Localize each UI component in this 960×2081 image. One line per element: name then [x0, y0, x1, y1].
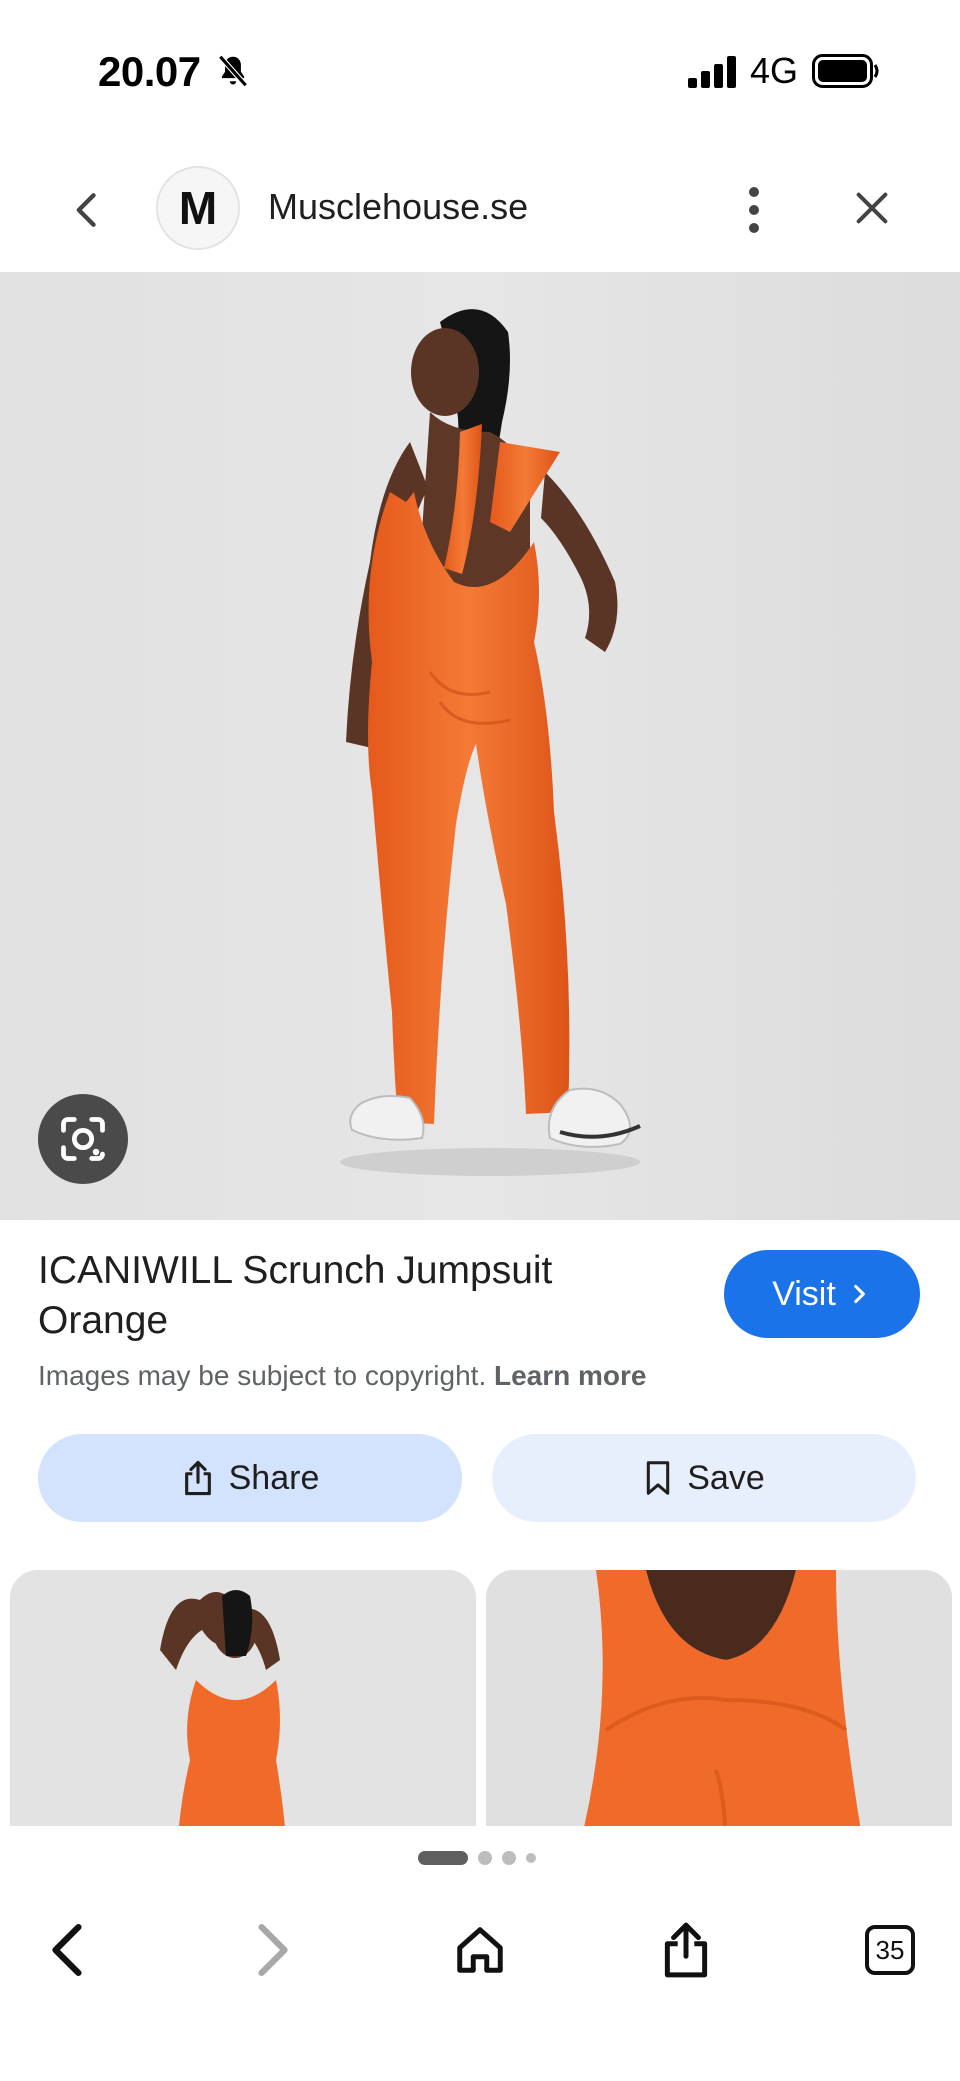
status-time: 20.07	[98, 48, 201, 95]
share-icon	[184, 1460, 211, 1496]
pager-dot	[478, 1851, 492, 1865]
battery-icon	[812, 54, 879, 88]
save-label: Save	[687, 1458, 765, 1497]
learn-more-link[interactable]: Learn more	[494, 1360, 647, 1391]
pager-dot	[526, 1853, 536, 1863]
image-viewer-header: M Musclehouse.se	[0, 150, 960, 270]
related-images	[0, 1570, 960, 1826]
share-label: Share	[228, 1458, 320, 1497]
browser-toolbar: 35	[0, 1890, 960, 2010]
chevron-right-icon	[854, 1284, 865, 1304]
back-icon	[52, 1923, 82, 1977]
copyright-text: Images may be subject to copyright.	[38, 1360, 487, 1391]
status-bar: 20.07 4G	[0, 0, 960, 140]
close-icon[interactable]	[852, 188, 892, 228]
forward-button[interactable]	[236, 1914, 308, 1986]
home-icon	[457, 1927, 503, 1973]
site-avatar[interactable]: M	[156, 166, 240, 250]
google-lens-icon	[61, 1117, 105, 1161]
share-button[interactable]: Share	[38, 1434, 462, 1522]
related-image-front	[10, 1570, 476, 1826]
product-image[interactable]	[0, 272, 960, 1220]
visit-label: Visit	[772, 1274, 836, 1313]
tabs-button[interactable]: 35	[854, 1914, 926, 1986]
related-image-card[interactable]	[10, 1570, 476, 1826]
home-button[interactable]	[444, 1914, 516, 1986]
pager-dots	[418, 1850, 536, 1866]
related-image-card[interactable]	[486, 1570, 952, 1826]
back-button[interactable]	[32, 1914, 104, 1986]
pager-dot	[502, 1851, 516, 1865]
more-vert-icon[interactable]	[740, 180, 768, 240]
jumpsuit-photo	[0, 272, 960, 1220]
save-button[interactable]: Save	[492, 1434, 916, 1522]
bookmark-icon	[647, 1461, 670, 1495]
share-icon	[664, 1922, 708, 1978]
visit-button[interactable]: Visit	[724, 1250, 920, 1338]
tabs-icon: 35	[865, 1925, 915, 1975]
network-type: 4G	[750, 50, 799, 91]
chevron-left-icon[interactable]	[66, 188, 110, 232]
pager-dot-active	[418, 1851, 468, 1865]
forward-icon	[258, 1923, 288, 1977]
product-title: ICANIWILL Scrunch Jumpsuit Orange	[38, 1249, 553, 1342]
signal-icon	[688, 56, 736, 88]
share-page-button[interactable]	[650, 1914, 722, 1986]
related-image-back	[486, 1570, 952, 1826]
bell-muted-icon	[218, 54, 248, 88]
copyright-notice: Images may be subject to copyright. Lear…	[38, 1360, 647, 1392]
google-lens-button[interactable]	[38, 1094, 128, 1184]
site-name[interactable]: Musclehouse.se	[268, 186, 528, 228]
